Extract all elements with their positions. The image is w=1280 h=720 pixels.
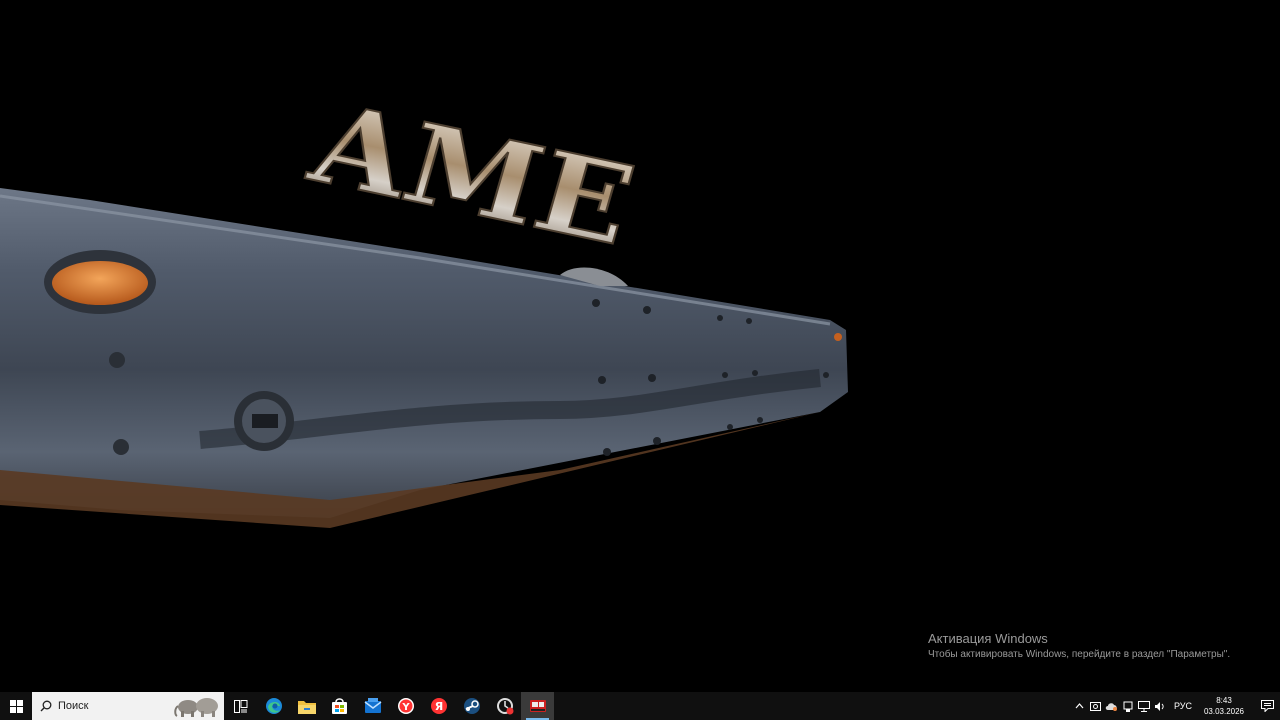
search-highlight-elephants-icon — [174, 698, 218, 717]
windows-logo-icon — [9, 699, 23, 713]
taskbar-search-box[interactable]: Поиск — [32, 692, 224, 720]
taskbar-app-mail[interactable] — [356, 692, 389, 720]
tray-device-button[interactable] — [1120, 692, 1136, 720]
taskbar-app-edge[interactable] — [257, 692, 290, 720]
store-icon — [332, 697, 347, 714]
start-button[interactable] — [0, 692, 32, 720]
yandex-icon: Я — [430, 698, 447, 714]
system-tray: РУС 8:43 03.03.2026 — [1072, 692, 1280, 720]
cloud-icon — [1106, 702, 1118, 711]
yandex-browser-icon: Y — [397, 698, 414, 714]
taskbar-clock[interactable]: 8:43 03.03.2026 — [1202, 695, 1246, 717]
search-placeholder: Поиск — [58, 700, 89, 712]
show-hidden-icons-button[interactable] — [1072, 692, 1088, 720]
taskbar-app-steam[interactable] — [455, 692, 488, 720]
windows-activation-watermark: Активация Windows Чтобы активировать Win… — [928, 631, 1230, 662]
tray-onedrive-button[interactable] — [1104, 692, 1120, 720]
truck-bumper — [0, 188, 848, 528]
watermark-subtitle: Чтобы активировать Windows, перейдите в … — [928, 649, 1231, 660]
usb-drive-icon — [1123, 701, 1133, 712]
tray-network-button[interactable] — [1136, 692, 1152, 720]
mail-icon — [364, 698, 381, 713]
clock-time: 8:43 — [1216, 696, 1232, 705]
steam-icon — [463, 698, 480, 714]
task-view-icon — [233, 699, 247, 713]
svg-text:Y: Y — [401, 702, 410, 713]
action-center-button[interactable] — [1254, 692, 1280, 720]
camera-icon — [1090, 702, 1102, 711]
watermark-title: Активация Windows — [928, 631, 1048, 646]
tray-volume-button[interactable] — [1152, 692, 1168, 720]
taskbar: Поиск Y Я РУС 8:43 03.03.2026 — [0, 692, 1280, 720]
search-icon — [40, 700, 52, 712]
clock-date: 03.03.2026 — [1203, 707, 1245, 716]
folder-icon — [297, 700, 316, 714]
truck-icon — [529, 700, 546, 712]
edge-icon — [265, 698, 282, 714]
taskbar-app-yandex-browser[interactable]: Y — [389, 692, 422, 720]
taskbar-app-store[interactable] — [323, 692, 356, 720]
speaker-icon — [1154, 701, 1164, 711]
taskbar-app-ats-game[interactable] — [521, 692, 554, 720]
game-scene: AME — [0, 78, 848, 528]
task-view-button[interactable] — [224, 692, 257, 720]
taskbar-app-updater[interactable] — [488, 692, 521, 720]
taskbar-app-file-explorer[interactable] — [290, 692, 323, 720]
chevron-up-icon — [1076, 703, 1084, 709]
notification-icon — [1260, 700, 1274, 712]
network-icon — [1137, 700, 1150, 712]
taskbar-app-yandex[interactable]: Я — [422, 692, 455, 720]
updater-icon — [496, 698, 513, 715]
input-language-indicator[interactable]: РУС — [1174, 701, 1192, 711]
tray-camera-button[interactable] — [1088, 692, 1104, 720]
svg-text:Я: Я — [434, 700, 442, 713]
